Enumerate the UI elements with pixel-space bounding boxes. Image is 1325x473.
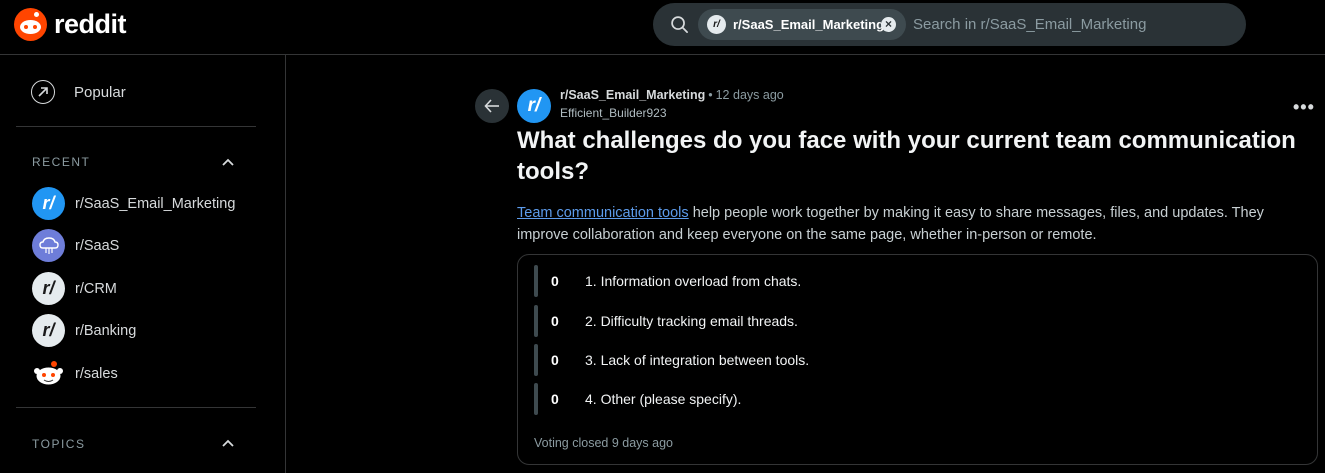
left-sidebar: Popular RECENT r/ r/SaaS_Email_Marketing…: [0, 55, 286, 473]
subreddit-icon: r/: [32, 187, 65, 220]
topics-heading: TOPICS: [32, 437, 86, 451]
poll-option-text: 1. Information overload from chats.: [585, 273, 802, 289]
chip-label: r/SaaS_Email_Marketing: [733, 17, 885, 32]
post-meta: r/SaaS_Email_Marketing • 12 days ago: [560, 88, 784, 102]
subreddit-link[interactable]: r/SaaS_Email_Marketing: [560, 88, 705, 102]
subreddit-icon: r/: [707, 15, 726, 34]
reddit-logo[interactable]: reddit: [14, 8, 127, 41]
subreddit-avatar[interactable]: r/: [517, 89, 551, 123]
poll-option-text: 2. Difficulty tracking email threads.: [585, 313, 798, 329]
popular-arrow-icon: [31, 80, 55, 104]
meta-separator: •: [708, 88, 713, 102]
poll-count: 0: [551, 273, 559, 289]
poll-bar: [534, 305, 538, 337]
sidebar-item-label: r/SaaS: [75, 237, 120, 254]
sidebar-item-label: r/SaaS_Email_Marketing: [75, 195, 236, 212]
poll-bar: [534, 383, 538, 415]
post-time: 12 days ago: [715, 88, 784, 102]
chevron-up-icon[interactable]: [221, 436, 235, 450]
post-title: What challenges do you face with your cu…: [517, 127, 1296, 185]
post-main: r/ r/SaaS_Email_Marketing • 12 days ago Ef…: [287, 55, 1325, 473]
poll-option-text: 4. Other (please specify).: [585, 391, 742, 407]
sidebar-item-banking[interactable]: r/ r/Banking: [32, 314, 136, 347]
poll-count: 0: [551, 352, 559, 368]
sidebar-item-label: Popular: [74, 83, 126, 101]
more-options-icon[interactable]: •••: [1293, 97, 1315, 118]
divider: [16, 407, 256, 408]
search-icon: [671, 16, 688, 33]
cloud-icon: [32, 229, 65, 262]
sidebar-item-crm[interactable]: r/ r/CRM: [32, 272, 117, 305]
search-bar[interactable]: r/ r/SaaS_Email_Marketing ×: [653, 3, 1246, 46]
sidebar-item-label: r/Banking: [75, 322, 137, 339]
subreddit-icon: r/: [32, 272, 65, 305]
logo-wordmark: reddit: [54, 9, 127, 39]
snoo-icon: [32, 357, 65, 390]
sidebar-item-label: r/CRM: [75, 280, 117, 297]
post-body: Team communication tools help people wor…: [517, 203, 1297, 246]
snoo-logo-icon: [14, 8, 47, 41]
divider: [16, 126, 256, 127]
poll-bar: [534, 265, 538, 297]
arrow-left-icon: [484, 99, 499, 113]
sidebar-item-label: r/sales: [75, 365, 118, 382]
poll-status: Voting closed 9 days ago: [534, 436, 673, 450]
subreddit-icon: r/: [32, 314, 65, 347]
poll-count: 0: [551, 313, 559, 329]
sidebar-item-sales[interactable]: r/sales: [32, 357, 118, 390]
poll-option-text: 3. Lack of integration between tools.: [585, 352, 810, 368]
clear-chip-icon[interactable]: ×: [881, 17, 896, 32]
back-button[interactable]: [475, 89, 509, 123]
poll-count: 0: [551, 391, 559, 407]
poll-card: 0 1. Information overload from chats. 0 …: [517, 254, 1318, 465]
author-link[interactable]: Efficient_Builder923: [560, 106, 667, 120]
sidebar-item-saas[interactable]: r/SaaS: [32, 229, 119, 262]
chevron-up-icon[interactable]: [221, 155, 235, 169]
search-input[interactable]: [913, 13, 1233, 35]
body-link[interactable]: Team communication tools: [517, 205, 689, 221]
subreddit-search-chip[interactable]: r/ r/SaaS_Email_Marketing ×: [698, 9, 906, 40]
poll-bar: [534, 344, 538, 376]
sidebar-item-popular[interactable]: Popular: [31, 80, 126, 104]
top-bar: reddit r/ r/SaaS_Email_Marketing ×: [0, 0, 1325, 55]
sidebar-item-saas-email-marketing[interactable]: r/ r/SaaS_Email_Marketing: [32, 187, 235, 220]
recent-heading: RECENT: [32, 155, 91, 169]
